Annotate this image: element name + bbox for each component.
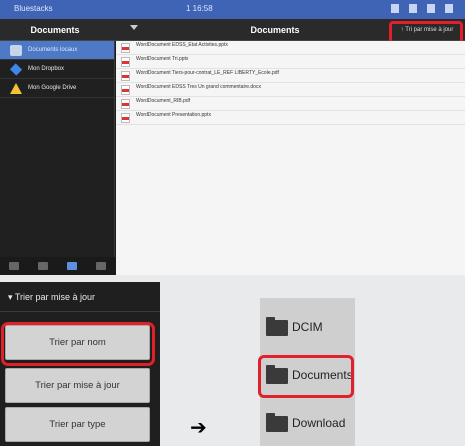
list-item[interactable]: WordDocument EDSS_Etat Activites.pptx xyxy=(116,41,465,55)
dropbox-icon xyxy=(9,62,23,76)
list-item[interactable]: WordDocument Presentation.pptx xyxy=(116,111,465,125)
folder-name: DCIM xyxy=(292,320,323,334)
file-name: WordDocument_RIB.pdf xyxy=(136,98,191,104)
folder-icon[interactable] xyxy=(66,262,77,270)
sidebar-title: Documents xyxy=(30,25,80,35)
list-item[interactable]: WordDocument Tiers-pour-contrat_LE_REF L… xyxy=(116,69,465,83)
chevron-down-icon[interactable] xyxy=(130,25,138,30)
sort-by-update-button[interactable]: Trier par mise à jour xyxy=(5,368,150,403)
sidebar-item-label: Mon Dropbox xyxy=(28,66,65,72)
list-item[interactable]: WordDocument EDSS Tres Un grand commenta… xyxy=(116,83,465,97)
folder-item-dcim[interactable]: DCIM xyxy=(260,310,355,350)
home-icon[interactable] xyxy=(409,4,417,13)
arrow-right-icon: ➔ xyxy=(190,417,207,439)
settings-icon[interactable] xyxy=(9,262,20,270)
folder-item-download[interactable]: Download xyxy=(260,406,355,446)
sort-by-type-button[interactable]: Trier par type xyxy=(5,407,150,442)
sort-menu-header[interactable]: ▾ Trier par mise à jour xyxy=(0,282,160,312)
document-icon xyxy=(121,71,130,81)
sidebar-item-local-documents[interactable]: Documents locaux xyxy=(0,41,114,60)
status-bar: Bluestacks 1 16:58 xyxy=(0,0,465,19)
document-icon xyxy=(121,57,130,67)
cloud-icon[interactable] xyxy=(38,262,49,270)
folder-icon xyxy=(266,317,288,336)
status-bar-brand: Bluestacks xyxy=(14,4,53,13)
file-list: WordDocument EDSS_Etat Activites.pptx Wo… xyxy=(116,41,465,275)
file-name: WordDocument Tiers-pour-contrat_LE_REF L… xyxy=(136,70,279,76)
status-bar-icons xyxy=(391,4,453,13)
tablet-screenshot: Bluestacks 1 16:58 Documents Documents ↑… xyxy=(0,0,465,275)
highlight-frame-sort-by-name xyxy=(1,322,155,366)
tablet-icon xyxy=(10,44,22,56)
sidebar-bottom-toolbar xyxy=(0,257,115,275)
back-icon[interactable] xyxy=(391,4,399,13)
folder-icon xyxy=(266,413,288,432)
sidebar-item-label: Documents locaux xyxy=(28,47,78,53)
list-item[interactable]: WordDocument Tri.pptx xyxy=(116,55,465,69)
file-name: WordDocument EDSS Tres Un grand commenta… xyxy=(136,84,261,90)
highlight-frame-documents-folder xyxy=(258,355,354,398)
document-icon xyxy=(121,85,130,95)
sidebar: Documents locaux Mon Dropbox Mon Google … xyxy=(0,41,115,275)
page-title: Documents xyxy=(250,25,300,35)
file-name: WordDocument Presentation.pptx xyxy=(136,112,211,118)
menu-icon[interactable] xyxy=(427,4,435,13)
document-icon xyxy=(121,99,130,109)
status-bar-center-text: 1 16:58 xyxy=(186,4,213,13)
sidebar-item-dropbox[interactable]: Mon Dropbox xyxy=(0,60,114,79)
sidebar-item-google-drive[interactable]: Mon Google Drive xyxy=(0,79,114,98)
list-item[interactable]: WordDocument_RIB.pdf xyxy=(116,97,465,111)
file-name: WordDocument Tri.pptx xyxy=(136,56,189,62)
document-icon xyxy=(121,43,130,53)
window-icon[interactable] xyxy=(445,4,453,13)
file-name: WordDocument EDSS_Etat Activites.pptx xyxy=(136,42,228,48)
folder-name: Download xyxy=(292,416,346,430)
document-icon xyxy=(121,113,130,123)
sidebar-item-label: Mon Google Drive xyxy=(28,85,77,91)
refresh-icon[interactable] xyxy=(95,262,106,270)
google-drive-icon xyxy=(10,82,22,94)
